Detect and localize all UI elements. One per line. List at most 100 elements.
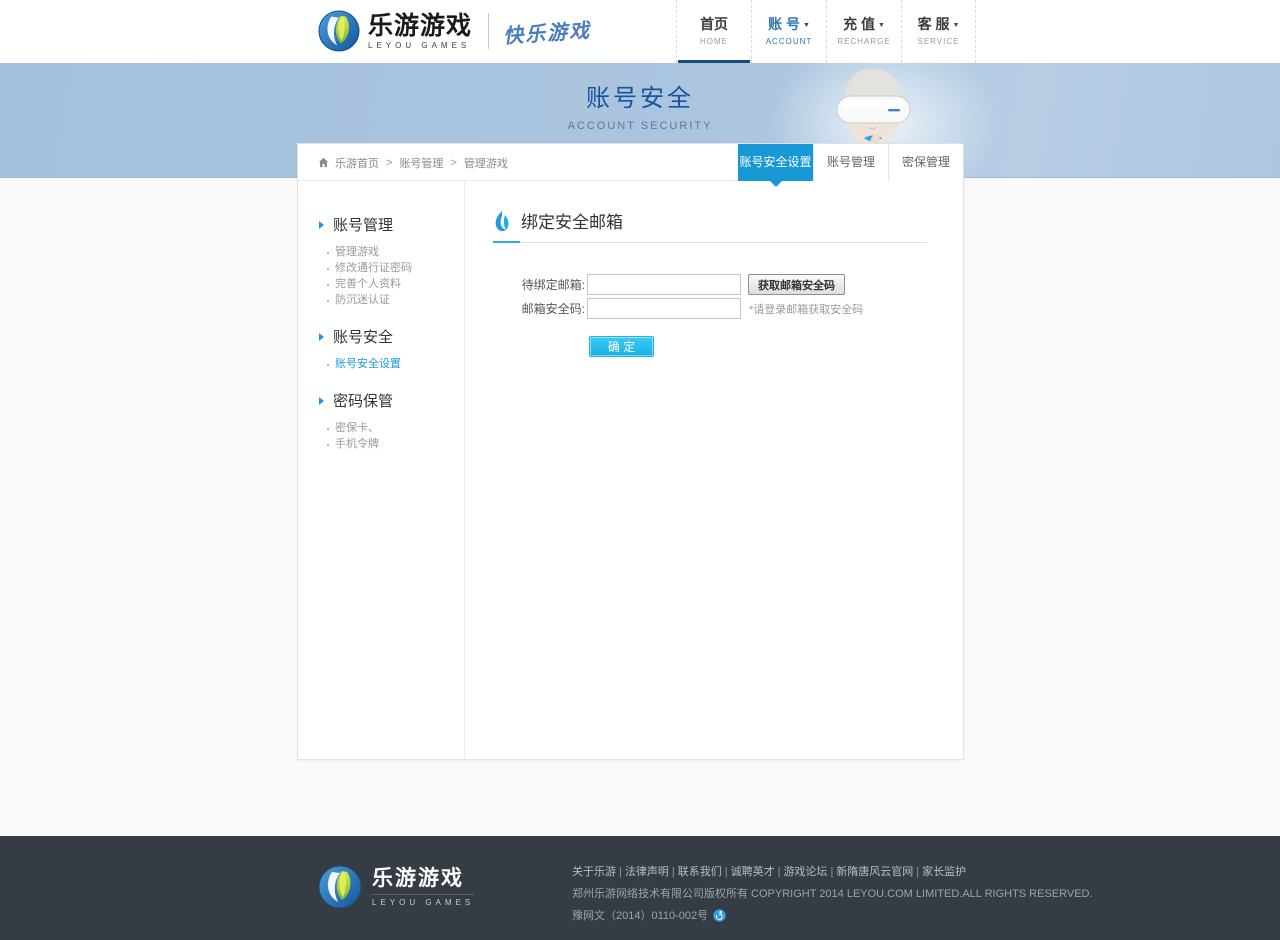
triangle-right-icon [319, 397, 324, 405]
nav-service-sublabel: SERVICE [902, 37, 975, 46]
breadcrumb-home-link[interactable]: 乐游首页 [335, 155, 379, 171]
triangle-right-icon [319, 333, 324, 341]
nav-item-account[interactable]: 账 号▼ ACCOUNT [751, 0, 826, 63]
footer-link-separator: | [916, 866, 919, 878]
email-input[interactable] [587, 274, 741, 295]
footer-link-separator: | [619, 866, 622, 878]
footer-link-legal[interactable]: 法律声明 [625, 866, 669, 878]
footer-logo-name: 乐游游戏 [372, 868, 474, 890]
code-input[interactable] [587, 298, 741, 319]
footer-link-parental[interactable]: 家长监护 [922, 866, 966, 878]
breadcrumb-separator: > [386, 157, 392, 169]
footer: 乐游游戏 LEYOU GAMES 关于乐游|法律声明|联系我们|诚聘英才|游戏论… [0, 836, 1280, 940]
main-nav: 首页 HOME 账 号▼ ACCOUNT 充 值▼ RECHARGE 客 服▼ … [676, 0, 976, 63]
site-logo[interactable]: 乐游游戏 LEYOU GAMES 快乐游戏 [318, 10, 591, 52]
chevron-down-icon: ▼ [952, 22, 959, 29]
nav-account-sublabel: ACCOUNT [752, 37, 826, 46]
footer-icp-number: 豫网文（2014）0110-002号 [572, 907, 708, 923]
nav-account-label: 账 号▼ [752, 14, 826, 34]
banner-title: 账号安全 [0, 78, 1280, 113]
email-row: 待绑定邮箱: 获取邮箱安全码 [509, 274, 927, 295]
footer-link-jobs[interactable]: 诚聘英才 [731, 866, 775, 878]
code-hint: *请登录邮箱获取安全码 [749, 301, 863, 317]
sidebar-item-change-password[interactable]: 修改通行证密码 [298, 260, 464, 276]
footer-link-separator: | [672, 866, 675, 878]
section-title: 绑定安全邮箱 [521, 208, 623, 233]
leyou-logo-icon [318, 10, 360, 52]
nav-recharge-label: 充 值▼ [827, 14, 901, 34]
banner-subtitle: ACCOUNT SECURITY [0, 120, 1280, 132]
sidebar-section-password-keeping: 密码保管 密保卡、 手机令牌 [298, 390, 464, 452]
logo-text: 乐游游戏 LEYOU GAMES [368, 13, 472, 50]
nav-item-home[interactable]: 首页 HOME [676, 0, 751, 63]
footer-link-game-site[interactable]: 新隋唐风云官网 [836, 866, 913, 878]
logo-subname: LEYOU GAMES [368, 41, 472, 50]
footer-logo-text: 乐游游戏 LEYOU GAMES [372, 868, 474, 907]
section-header: 绑定安全邮箱 [493, 208, 927, 243]
breadcrumb-account-link[interactable]: 账号管理 [399, 155, 443, 171]
footer-copyright: 郑州乐游网络技术有限公司版权所有 COPYRIGHT 2014 LEYOU.CO… [572, 885, 1093, 901]
footer-link-separator: | [830, 866, 833, 878]
tab-bar: 账号安全设置 账号管理 密保管理 [738, 144, 963, 181]
footer-link-forum[interactable]: 游戏论坛 [783, 866, 827, 878]
footer-text: 关于乐游|法律声明|联系我们|诚聘英才|游戏论坛|新隋唐风云官网|家长监护 郑州… [572, 863, 1093, 923]
logo-name: 乐游游戏 [368, 13, 472, 39]
leyou-flame-icon [493, 211, 511, 233]
sidebar-item-security-settings[interactable]: 账号安全设置 [298, 356, 464, 372]
footer-logo-subname: LEYOU GAMES [372, 894, 474, 907]
sidebar-title-account-management[interactable]: 账号管理 [298, 214, 464, 235]
breadcrumb-separator: > [450, 157, 456, 169]
tab-account-security-settings[interactable]: 账号安全设置 [738, 144, 813, 181]
bind-email-form: 待绑定邮箱: 获取邮箱安全码 邮箱安全码: *请登录邮箱获取安全码 确 定 [493, 274, 927, 357]
banner-titles: 账号安全 ACCOUNT SECURITY [0, 78, 1280, 132]
leyou-logo-icon [318, 865, 362, 909]
sidebar-title-label: 账号管理 [333, 214, 393, 235]
main-panel: 绑定安全邮箱 待绑定邮箱: 获取邮箱安全码 邮箱安全码: *请登录邮箱获取安全码… [465, 181, 963, 759]
card-body: 账号管理 管理游戏 修改通行证密码 完善个人资料 防沉迷认证 账号安全 账号安全… [298, 181, 963, 759]
sidebar-title-label: 密码保管 [333, 390, 393, 411]
sidebar: 账号管理 管理游戏 修改通行证密码 完善个人资料 防沉迷认证 账号安全 账号安全… [298, 181, 465, 759]
nav-recharge-sublabel: RECHARGE [827, 37, 901, 46]
sidebar-item-anti-addiction[interactable]: 防沉迷认证 [298, 292, 464, 308]
sidebar-title-account-security[interactable]: 账号安全 [298, 326, 464, 347]
footer-link-about[interactable]: 关于乐游 [572, 866, 616, 878]
sidebar-title-label: 账号安全 [333, 326, 393, 347]
logo-tagline: 快乐游戏 [502, 13, 592, 48]
code-label: 邮箱安全码: [509, 300, 585, 317]
footer-logo: 乐游游戏 LEYOU GAMES [318, 865, 474, 909]
header: 乐游游戏 LEYOU GAMES 快乐游戏 首页 HOME 账 号▼ ACCOU… [0, 0, 1280, 63]
footer-link-separator: | [778, 866, 781, 878]
breadcrumb-current: 管理游戏 [464, 155, 508, 171]
footer-link-separator: | [725, 866, 728, 878]
home-icon [318, 157, 329, 168]
triangle-right-icon [319, 221, 324, 229]
nav-item-recharge[interactable]: 充 值▼ RECHARGE [826, 0, 901, 63]
footer-links: 关于乐游|法律声明|联系我们|诚聘英才|游戏论坛|新隋唐风云官网|家长监护 [572, 863, 1093, 879]
nav-home-label: 首页 [677, 14, 751, 34]
sidebar-section-account-management: 账号管理 管理游戏 修改通行证密码 完善个人资料 防沉迷认证 [298, 214, 464, 308]
tab-account-management[interactable]: 账号管理 [813, 144, 888, 181]
sidebar-section-account-security: 账号安全 账号安全设置 [298, 326, 464, 372]
sidebar-item-complete-profile[interactable]: 完善个人资料 [298, 276, 464, 292]
license-badge-icon [713, 909, 726, 922]
chevron-down-icon: ▼ [803, 22, 810, 29]
title-underline-accent [493, 241, 520, 243]
confirm-button[interactable]: 确 定 [589, 336, 654, 357]
chevron-down-icon: ▼ [878, 22, 885, 29]
code-row: 邮箱安全码: *请登录邮箱获取安全码 [509, 298, 927, 319]
sidebar-title-password-keeping[interactable]: 密码保管 [298, 390, 464, 411]
footer-link-contact[interactable]: 联系我们 [678, 866, 722, 878]
tab-password-protection[interactable]: 密保管理 [888, 144, 963, 181]
sidebar-item-manage-games[interactable]: 管理游戏 [298, 244, 464, 260]
nav-item-service[interactable]: 客 服▼ SERVICE [901, 0, 976, 63]
nav-service-label: 客 服▼ [902, 14, 975, 34]
nav-home-sublabel: HOME [677, 37, 751, 46]
page: 乐游游戏 LEYOU GAMES 快乐游戏 首页 HOME 账 号▼ ACCOU… [0, 0, 1280, 940]
sidebar-item-mobile-token[interactable]: 手机令牌 [298, 436, 464, 452]
get-email-code-button[interactable]: 获取邮箱安全码 [748, 274, 845, 295]
logo-divider [488, 13, 489, 49]
footer-icp: 豫网文（2014）0110-002号 [572, 907, 1093, 923]
sidebar-item-security-card[interactable]: 密保卡、 [298, 420, 464, 436]
card-header: 乐游首页 > 账号管理 > 管理游戏 账号安全设置 账号管理 密保管理 [298, 144, 963, 181]
email-label: 待绑定邮箱: [509, 276, 585, 293]
